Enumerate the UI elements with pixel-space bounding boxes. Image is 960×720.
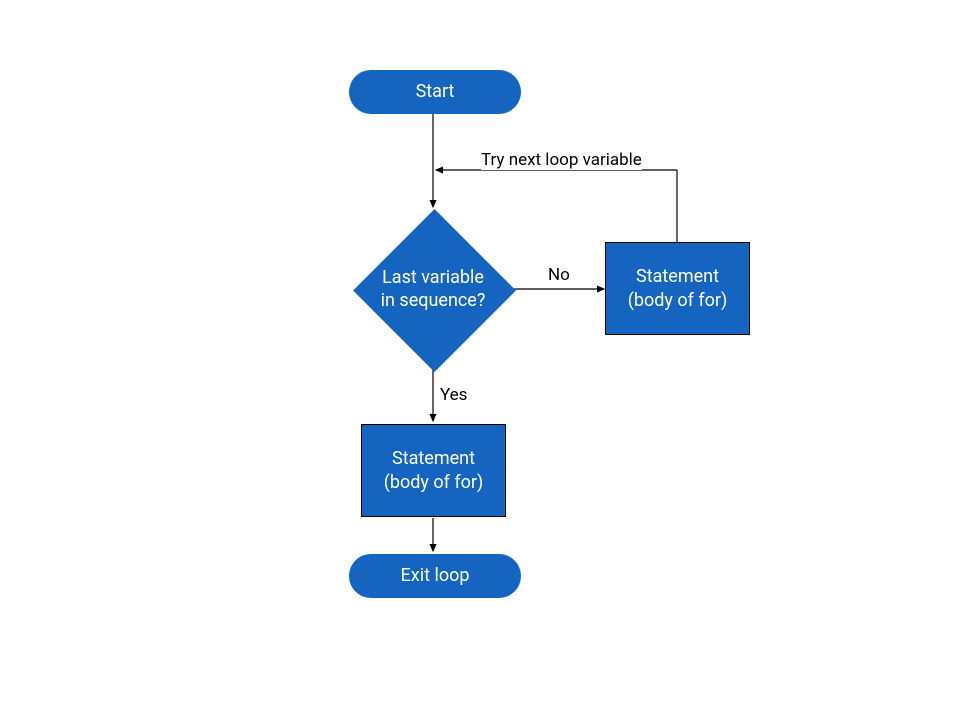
decision-node: Last variable in sequence? — [353, 209, 513, 369]
exit-node-label: Exit loop — [401, 564, 470, 587]
statement-below-node: Statement (body of for) — [361, 424, 506, 517]
edge-label-yes: Yes — [440, 385, 467, 405]
statement-right-node: Statement (body of for) — [605, 242, 750, 335]
edge-label-feedback: Try next loop variable — [481, 150, 642, 170]
statement-below-label: Statement (body of for) — [368, 447, 499, 494]
exit-node: Exit loop — [349, 554, 521, 598]
statement-right-label: Statement (body of for) — [612, 265, 743, 312]
start-node-label: Start — [416, 80, 455, 103]
start-node: Start — [349, 70, 521, 114]
edge-label-no: No — [548, 265, 570, 285]
decision-node-label: Last variable in sequence? — [353, 209, 513, 369]
